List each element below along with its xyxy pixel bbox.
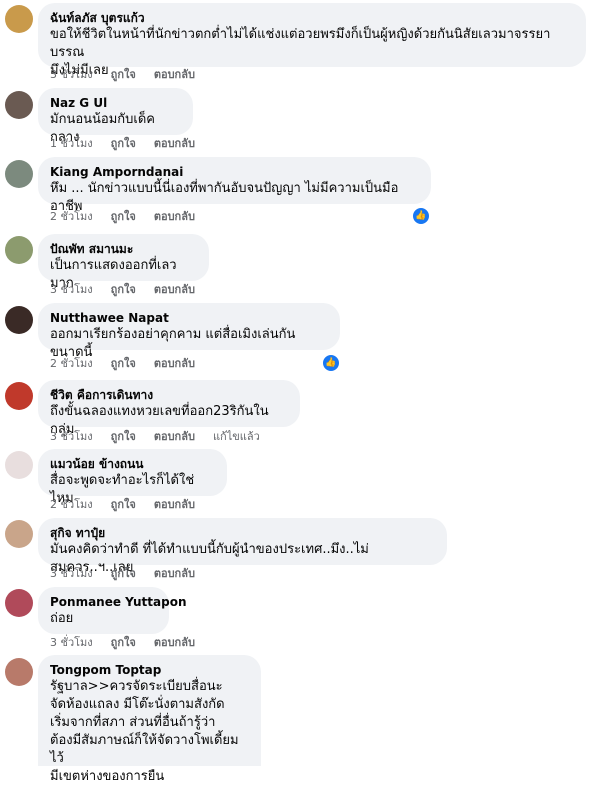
edited-label[interactable]: แก้ไขแล้ว (213, 430, 260, 443)
comment-time[interactable]: 2 ชั่วโมง (50, 210, 93, 223)
comment-author[interactable]: ชีวิต คือการเดินทาง (50, 387, 288, 403)
comment-actions: 2 ชั่วโมง ถูกใจ ตอบกลับ (50, 497, 213, 513)
reply-button[interactable]: ตอบกลับ (154, 357, 195, 370)
like-reaction-icon[interactable]: 👍 (321, 353, 341, 373)
comment-time[interactable]: 3 ชั่วโมง (50, 430, 93, 443)
avatar[interactable] (5, 658, 33, 686)
like-button[interactable]: ถูกใจ (111, 68, 136, 81)
comment-bubble: ปัณพัท สมานมะ เป็นการแสดงออกที่เลวมาก (38, 234, 209, 291)
comment-author[interactable]: ฉันท์ลภัส บุตรแก้ว (50, 10, 574, 26)
comment-bubble: Naz G Ul มักนอนน้อมกับเด็คกลาง (38, 88, 193, 145)
comment-time[interactable]: 1 ชั่วโมง (50, 137, 93, 150)
comment-author[interactable]: แมวน้อย ข้างถนน (50, 456, 215, 472)
like-button[interactable]: ถูกใจ (111, 498, 136, 511)
comment-author[interactable]: Nutthawee Napat (50, 310, 328, 326)
comment-actions: 2 ชั่วโมง ถูกใจ ตอบกลับ (50, 209, 213, 225)
comment-bubble: แมวน้อย ข้างถนน สื่อจะพูดจะทำอะไรก็ได้ใช… (38, 449, 227, 506)
comment-actions: 3 ชั่วโมง ถูกใจ ตอบกลับ (50, 566, 213, 582)
reply-button[interactable]: ตอบกลับ (154, 283, 195, 296)
comment-text: ถ่อย (50, 611, 74, 626)
comment-author[interactable]: สุกิจ ทาปุ๋ย (50, 525, 435, 541)
comment-actions: 3 ชั่วโมง ถูกใจ ตอบกลับ (50, 282, 213, 298)
comment-actions: 1 ชั่วโมง ถูกใจ ตอบกลับ (50, 136, 213, 152)
comment-bubble: Ponmanee Yuttapon ถ่อย (38, 587, 187, 634)
comment-author[interactable]: Kiang Amporndanai (50, 164, 419, 180)
avatar[interactable] (5, 5, 33, 33)
comment-bubble: Tongpom Toptap รัฐบาล>>ควรจัดระเบียบสื่อ… (38, 655, 261, 784)
avatar[interactable] (5, 306, 33, 334)
comment-time[interactable]: 2 ชั่วโมง (50, 498, 93, 511)
comment-author[interactable]: Tongpom Toptap (50, 662, 249, 678)
like-button[interactable]: ถูกใจ (111, 636, 136, 649)
comment-actions: 3 ชั่วโมง ถูกใจ ตอบกลับ แก้ไขแล้ว (50, 429, 278, 445)
comment-bubble: ฉันท์ลภัส บุตรแก้ว ขอให้ชีวิตในหน้าที่นั… (38, 3, 586, 78)
comment-bubble: Nutthawee Napat ออกมาเรียกร้องอย่าคุกคาม… (38, 303, 340, 360)
comment-time[interactable]: 2 ชั่วโมง (50, 357, 93, 370)
comment-time[interactable]: 3 ชั่วโมง (50, 567, 93, 580)
comment-bubble: สุกิจ ทาปุ๋ย มันคงคิดว่าทำดี ที่ได้ทำแบบ… (38, 518, 447, 575)
reply-button[interactable]: ตอบกลับ (154, 210, 195, 223)
avatar[interactable] (5, 91, 33, 119)
avatar[interactable] (5, 236, 33, 264)
avatar[interactable] (5, 589, 33, 617)
like-button[interactable]: ถูกใจ (111, 567, 136, 580)
like-button[interactable]: ถูกใจ (111, 137, 136, 150)
avatar[interactable] (5, 520, 33, 548)
like-button[interactable]: ถูกใจ (111, 210, 136, 223)
reply-button[interactable]: ตอบกลับ (154, 567, 195, 580)
comment-bubble: ชีวิต คือการเดินทาง ถึงขั้นฉลองแทงหวยเลข… (38, 380, 300, 437)
comment-time[interactable]: 3 ชั่วโมง (50, 283, 93, 296)
comment-text: รัฐบาล>>ควรจัดระเบียบสื่อนะ จัดห้องแถลง … (50, 679, 239, 784)
comment-time[interactable]: 3 ชั่วโมง (50, 636, 93, 649)
reply-button[interactable]: ตอบกลับ (154, 137, 195, 150)
avatar[interactable] (5, 451, 33, 479)
like-reaction-icon[interactable]: 👍 (411, 206, 431, 226)
avatar[interactable] (5, 160, 33, 188)
comment-author[interactable]: Naz G Ul (50, 95, 181, 111)
like-button[interactable]: ถูกใจ (111, 430, 136, 443)
comment-actions: 3 ชั่วโมง ถูกใจ ตอบกลับ (50, 635, 213, 651)
reply-button[interactable]: ตอบกลับ (154, 430, 195, 443)
avatar[interactable] (5, 382, 33, 410)
like-button[interactable]: ถูกใจ (111, 357, 136, 370)
like-button[interactable]: ถูกใจ (111, 283, 136, 296)
reply-button[interactable]: ตอบกลับ (154, 68, 195, 81)
comment-bubble: Kiang Amporndanai หึม ... นักข่าวแบบนี้น… (38, 157, 431, 214)
comment-actions: 3 ชั่วโมง ถูกใจ ตอบกลับ (50, 67, 213, 83)
comment-author[interactable]: ปัณพัท สมานมะ (50, 241, 197, 257)
reply-button[interactable]: ตอบกลับ (154, 498, 195, 511)
comment-actions: 2 ชั่วโมง ถูกใจ ตอบกลับ (50, 356, 213, 372)
comment-time[interactable]: 3 ชั่วโมง (50, 68, 93, 81)
comment-author[interactable]: Ponmanee Yuttapon (50, 594, 187, 610)
reply-button[interactable]: ตอบกลับ (154, 636, 195, 649)
